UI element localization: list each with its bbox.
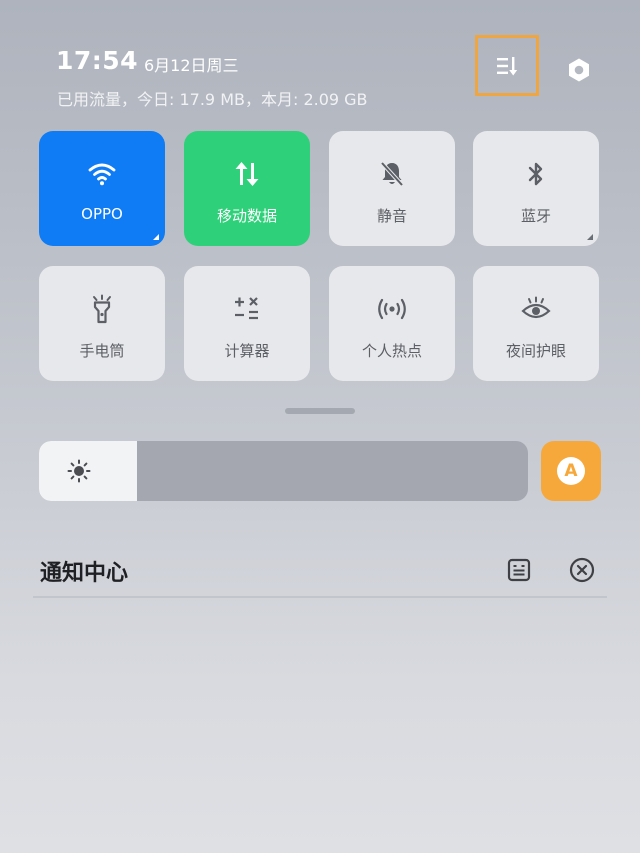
bluetooth-icon (473, 159, 599, 189)
tile-label: 个人热点 (361, 342, 422, 360)
tile-calculator[interactable]: 计算器 (184, 266, 310, 381)
expand-corner-icon (153, 234, 159, 240)
clock-time: 17:54 (56, 46, 139, 75)
tile-label: 手电筒 (79, 342, 125, 360)
tile-flashlight[interactable]: 手电筒 (39, 266, 165, 381)
expand-corner-icon (587, 234, 593, 240)
sort-icon (497, 56, 518, 75)
wifi-icon (39, 159, 165, 189)
tile-label: 蓝牙 (520, 207, 551, 225)
auto-brightness-button[interactable]: A (541, 441, 601, 501)
tile-mobile-data[interactable]: 移动数据 (184, 131, 310, 246)
tile-label: 静音 (376, 207, 407, 225)
mobile-data-icon (184, 159, 310, 189)
tile-mute[interactable]: 静音 (329, 131, 455, 246)
eye-icon (473, 294, 599, 324)
tile-bluetooth[interactable]: 蓝牙 (473, 131, 599, 246)
divider (33, 596, 607, 598)
mute-bell-icon (329, 159, 455, 189)
tile-wifi[interactable]: OPPO (39, 131, 165, 246)
sun-icon (67, 459, 91, 483)
date-text: 6月12日周三 (144, 56, 239, 75)
tile-label: 计算器 (224, 342, 270, 360)
notification-center-title: 通知中心 (40, 561, 129, 586)
calculator-icon (184, 294, 310, 324)
settings-icon (569, 58, 589, 82)
clear-notifications-button[interactable] (568, 556, 596, 584)
notification-manage-button[interactable] (505, 556, 533, 584)
tile-label: 移动数据 (216, 207, 277, 225)
notification-manage-icon (507, 558, 531, 582)
tile-night-eye[interactable]: 夜间护眼 (473, 266, 599, 381)
flashlight-icon (39, 294, 165, 324)
auto-brightness-icon: A (557, 457, 585, 485)
hotspot-icon (329, 294, 455, 324)
settings-button[interactable] (560, 52, 598, 88)
tile-hotspot[interactable]: 个人热点 (329, 266, 455, 381)
data-usage-text: 已用流量，今日: 17.9 MB，本月: 2.09 GB (57, 90, 368, 109)
drag-handle[interactable] (285, 408, 355, 414)
tile-label: 夜间护眼 (505, 342, 566, 360)
tile-label: OPPO (81, 205, 123, 223)
close-circle-icon (569, 557, 595, 583)
brightness-slider[interactable] (39, 441, 528, 501)
sort-button[interactable] (475, 35, 539, 96)
